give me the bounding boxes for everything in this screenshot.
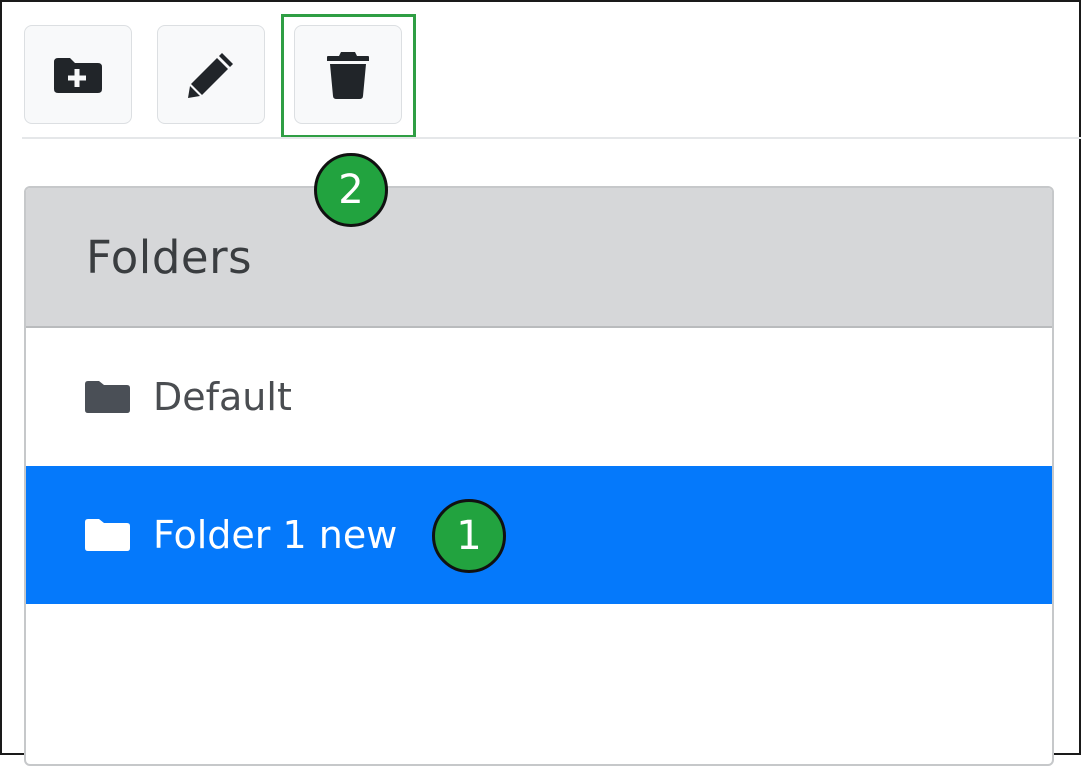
folders-panel: Folders Default Folder 1 new [24, 186, 1054, 766]
folder-plus-icon [52, 56, 104, 94]
folder-icon [84, 380, 131, 414]
folder-item-default[interactable]: Default [26, 328, 1052, 466]
new-folder-button[interactable] [24, 25, 132, 124]
folder-label: Default [153, 375, 292, 419]
rename-folder-button[interactable] [157, 25, 265, 124]
toolbar-divider [22, 137, 1081, 139]
callout-badge-1: 1 [432, 499, 506, 573]
panel-title: Folders [86, 230, 253, 284]
folders-panel-header: Folders [26, 188, 1052, 328]
pencil-icon [185, 49, 237, 101]
callout-badge-2: 2 [314, 153, 388, 227]
folder-icon [84, 518, 131, 552]
folder-item-folder-1-new[interactable]: Folder 1 new [26, 466, 1052, 604]
trash-icon [326, 50, 370, 100]
folder-label: Folder 1 new [153, 513, 398, 557]
delete-folder-button[interactable] [294, 25, 402, 124]
